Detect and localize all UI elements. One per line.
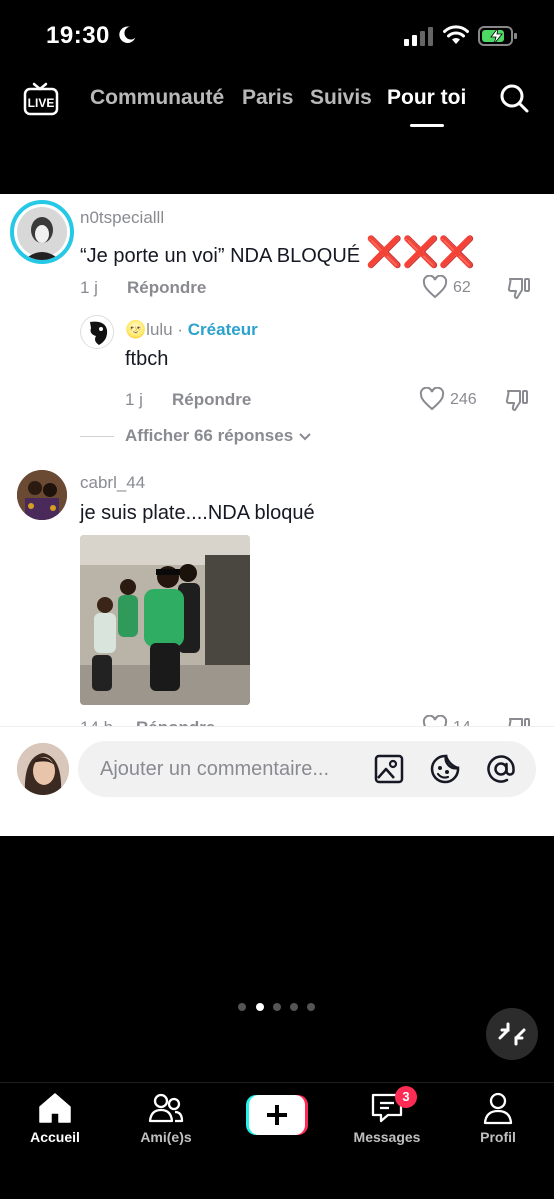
view-replies-label[interactable]: Afficher 66 réponses bbox=[125, 426, 293, 445]
comment-input[interactable] bbox=[100, 741, 370, 797]
live-icon[interactable]: LIVE bbox=[22, 80, 60, 118]
tab-communaute[interactable]: Communauté bbox=[90, 86, 224, 110]
avatar-image bbox=[17, 470, 67, 520]
view-replies-button[interactable]: Afficher 66 réponses bbox=[125, 426, 312, 446]
like-count: 14 bbox=[453, 719, 471, 726]
comment-text-body: “Je porte un voi” NDA BLOQUÉ bbox=[80, 245, 361, 267]
reply-avatar-image bbox=[82, 317, 113, 348]
chevron-down-icon bbox=[299, 432, 311, 440]
profile-icon bbox=[483, 1092, 513, 1125]
pager-dot-active bbox=[256, 1003, 264, 1011]
pager-dot bbox=[238, 1003, 246, 1011]
sticker-icon[interactable] bbox=[430, 754, 460, 784]
messages-badge: 3 bbox=[395, 1086, 417, 1108]
comment-input-pill bbox=[78, 741, 536, 797]
bottom-nav: Accueil Ami(e)s Messages 3 Profil bbox=[0, 1082, 554, 1199]
nav-home-label: Accueil bbox=[30, 1129, 80, 1145]
nav-messages[interactable]: Messages bbox=[332, 1083, 442, 1163]
clock: 19:30 bbox=[46, 22, 110, 49]
search-icon[interactable] bbox=[498, 82, 530, 114]
collapse-icon bbox=[498, 1022, 526, 1046]
reply-button[interactable]: Répondre bbox=[172, 390, 251, 410]
reply-button[interactable]: Répondre bbox=[127, 278, 206, 298]
comment-age: 1 j bbox=[80, 278, 98, 297]
wifi-icon bbox=[443, 25, 469, 44]
user-avatar-image bbox=[17, 743, 69, 795]
dislike-icon[interactable] bbox=[506, 715, 532, 726]
reply-username[interactable]: 🌝lulu · Créateur bbox=[125, 320, 258, 340]
top-nav: LIVE Communauté Paris Suivis Pour toi bbox=[0, 72, 554, 132]
heart-icon[interactable] bbox=[422, 715, 448, 726]
dislike-icon[interactable] bbox=[506, 275, 532, 301]
image-icon[interactable] bbox=[374, 754, 404, 784]
battery-charging-icon bbox=[478, 26, 517, 46]
live-label: LIVE bbox=[28, 96, 55, 110]
like-count: 246 bbox=[450, 391, 477, 408]
comment-username[interactable]: n0tspecialll bbox=[80, 208, 164, 228]
comment-image[interactable] bbox=[80, 535, 250, 705]
reply-text: ftbch bbox=[125, 348, 169, 370]
reply-username-text[interactable]: 🌝lulu bbox=[125, 320, 173, 339]
nav-home[interactable]: Accueil bbox=[0, 1083, 110, 1163]
nav-profile[interactable]: Profil bbox=[443, 1083, 553, 1163]
comment-age: 14 h bbox=[80, 718, 113, 726]
friends-icon bbox=[148, 1093, 184, 1123]
comment-text: je suis plate....NDA bloqué bbox=[80, 502, 315, 524]
reply-age: 1 j bbox=[125, 390, 143, 409]
reply-avatar[interactable] bbox=[80, 315, 114, 349]
avatar-image bbox=[17, 207, 67, 260]
pager-dot bbox=[307, 1003, 315, 1011]
reply-button[interactable]: Répondre bbox=[136, 718, 215, 726]
divider-line bbox=[80, 436, 114, 437]
home-icon bbox=[39, 1093, 71, 1123]
comment-input-bar bbox=[0, 726, 554, 836]
status-bar: 19:30 bbox=[0, 0, 554, 72]
active-tab-indicator bbox=[410, 124, 444, 127]
nav-messages-label: Messages bbox=[353, 1129, 421, 1145]
nav-profile-label: Profil bbox=[480, 1129, 516, 1145]
user-avatar bbox=[17, 743, 69, 795]
like-count: 62 bbox=[453, 279, 471, 296]
collapse-button[interactable] bbox=[486, 1008, 538, 1060]
tab-paris[interactable]: Paris bbox=[242, 86, 293, 110]
comment-username[interactable]: cabrl_44 bbox=[80, 473, 145, 493]
comments-list[interactable]: n0tspecialll “Je porte un voi” NDA BLOQU… bbox=[0, 194, 554, 726]
tab-suivis[interactable]: Suivis bbox=[310, 86, 372, 110]
avatar[interactable] bbox=[10, 200, 74, 264]
creator-label: Créateur bbox=[187, 320, 258, 339]
nav-friends[interactable]: Ami(e)s bbox=[111, 1083, 221, 1163]
moon-icon bbox=[119, 26, 136, 43]
pager-dot bbox=[273, 1003, 281, 1011]
cross-emoji: ❌❌❌ bbox=[365, 236, 476, 269]
plus-icon[interactable] bbox=[246, 1095, 308, 1135]
comments-panel: n0tspecialll “Je porte un voi” NDA BLOQU… bbox=[0, 194, 554, 836]
dislike-icon[interactable] bbox=[504, 387, 530, 413]
heart-icon[interactable] bbox=[422, 275, 448, 299]
heart-icon[interactable] bbox=[419, 387, 445, 411]
avatar[interactable] bbox=[17, 470, 67, 520]
tab-pour-toi[interactable]: Pour toi bbox=[387, 86, 466, 110]
signal-icon bbox=[404, 27, 433, 46]
nav-friends-label: Ami(e)s bbox=[140, 1129, 192, 1145]
pager-dot bbox=[290, 1003, 298, 1011]
comment-text: “Je porte un voi” NDA BLOQUÉ ❌❌❌ bbox=[80, 235, 476, 270]
separator: · bbox=[177, 320, 184, 339]
comment-image-content bbox=[80, 535, 250, 705]
mention-icon[interactable] bbox=[486, 754, 516, 784]
